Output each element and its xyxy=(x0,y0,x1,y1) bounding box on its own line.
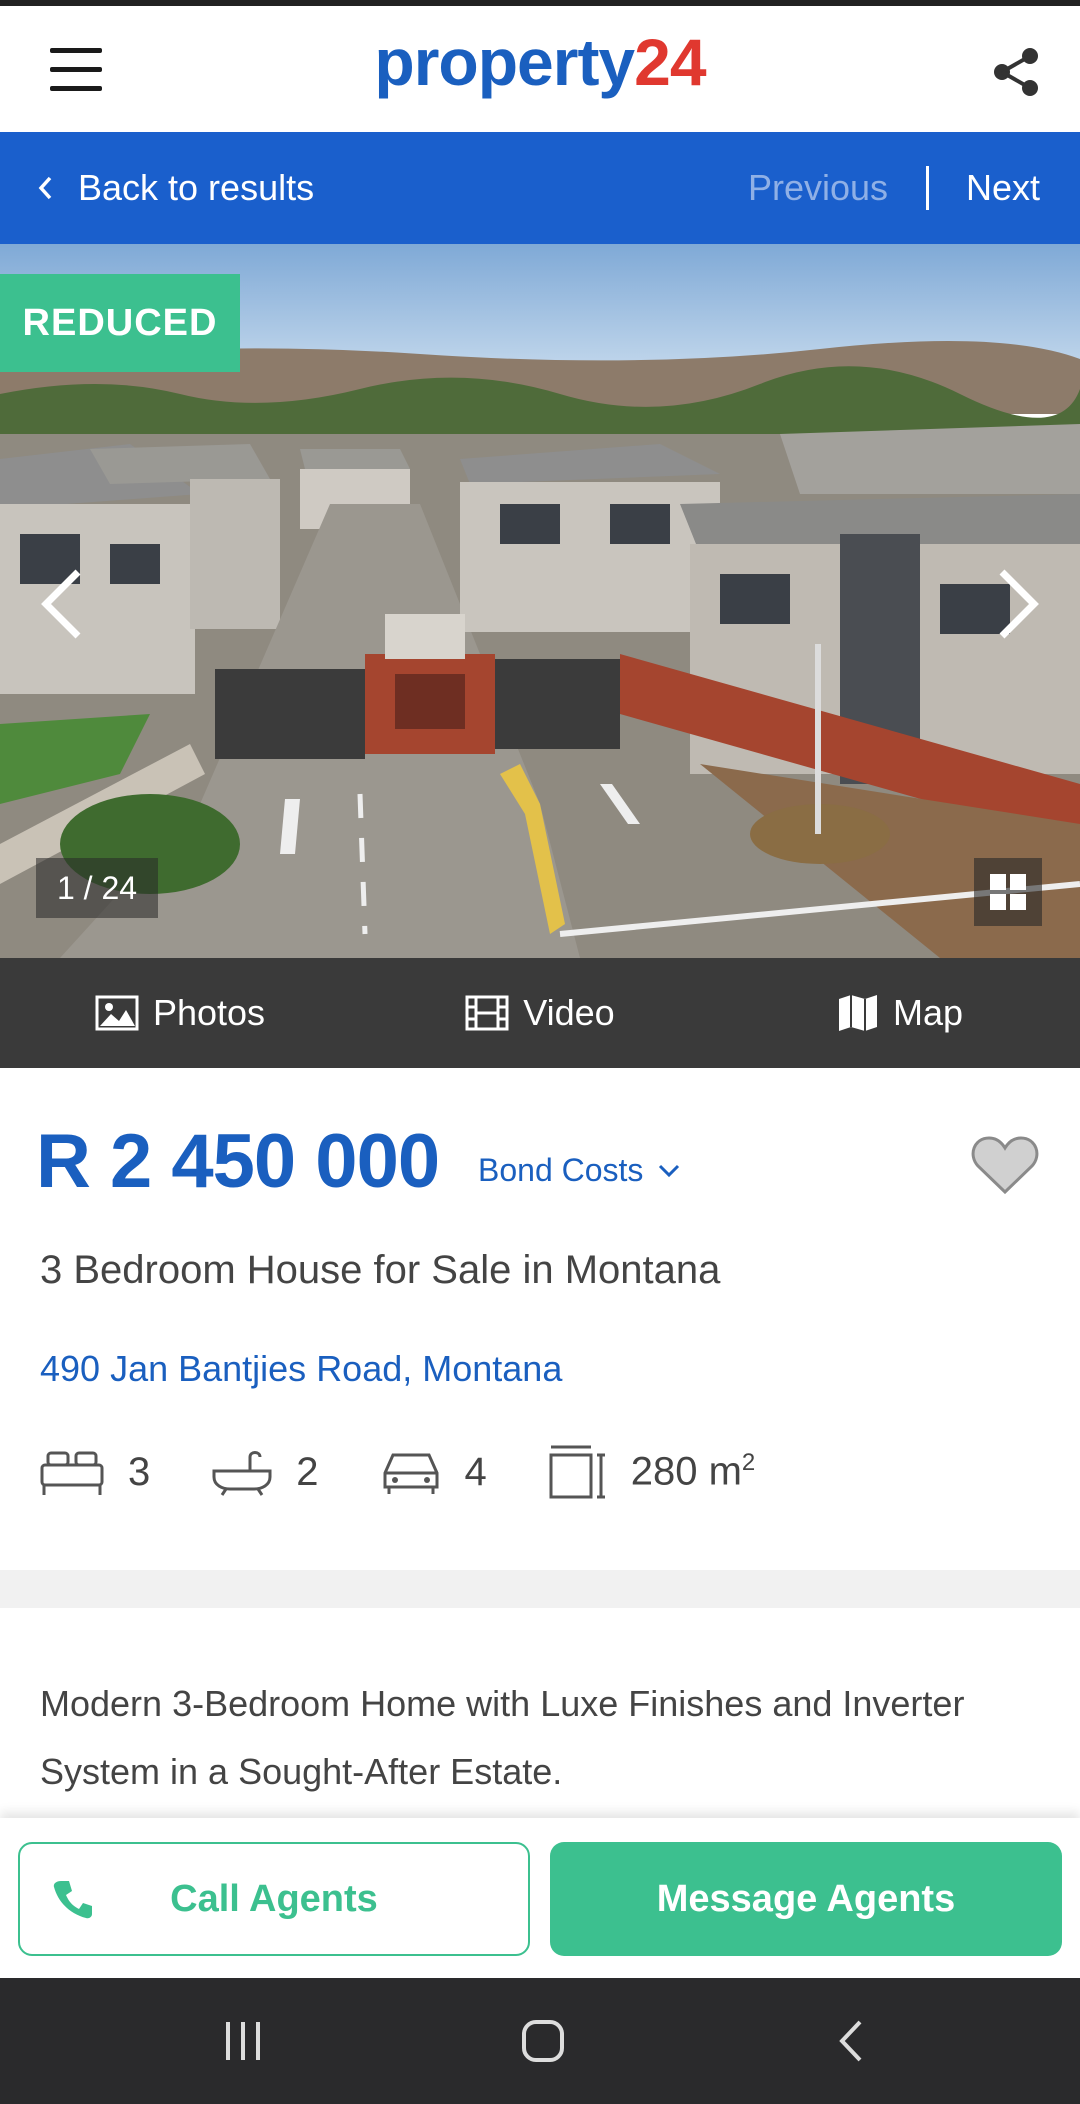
next-link[interactable]: Next xyxy=(966,132,1040,244)
results-navbar: Back to results Previous Next xyxy=(0,132,1080,244)
floor-size-icon xyxy=(549,1445,605,1499)
back-label: Back to results xyxy=(78,167,315,208)
chevron-left-icon xyxy=(38,176,52,200)
floor-size-unit-exponent: 2 xyxy=(741,1449,756,1477)
photo-counter: 1 / 24 xyxy=(36,858,158,918)
map-tab[interactable]: Map xyxy=(720,992,1080,1034)
listing-photo[interactable]: REDUCED 1 / 24 xyxy=(0,244,1080,958)
logo-text-24: 24 xyxy=(634,25,706,99)
video-tab[interactable]: Video xyxy=(360,992,720,1034)
contact-action-bar: Call Agents Message Agents xyxy=(0,1818,1080,1978)
call-agents-button[interactable]: Call Agents xyxy=(18,1842,530,1956)
message-agents-button[interactable]: Message Agents xyxy=(550,1842,1062,1956)
listing-title: 3 Bedroom House for Sale in Montana xyxy=(40,1248,721,1292)
bathrooms-feature: 2 xyxy=(210,1447,319,1497)
parking-feature: 4 xyxy=(379,1447,487,1497)
call-agents-label: Call Agents xyxy=(170,1877,378,1920)
listing-address-link[interactable]: 490 Jan Bantjies Road, Montana xyxy=(40,1348,562,1390)
floor-size-number: 280 m xyxy=(630,1449,742,1494)
previous-link[interactable]: Previous xyxy=(748,132,888,244)
floor-size-feature: 280 m2 xyxy=(547,1443,756,1501)
bedrooms-count: 3 xyxy=(128,1449,151,1494)
app-header: property24 xyxy=(0,6,1080,132)
bedrooms-feature: 3 xyxy=(38,1447,150,1497)
video-label: Video xyxy=(523,992,615,1033)
back-icon[interactable] xyxy=(830,2018,876,2064)
film-icon xyxy=(465,995,509,1031)
phone-icon xyxy=(53,1881,92,1919)
features-row: 3 2 4 280 m2 xyxy=(38,1440,815,1504)
reduced-badge: REDUCED xyxy=(0,274,240,372)
photos-tab[interactable]: Photos xyxy=(0,992,360,1034)
car-icon xyxy=(383,1453,438,1494)
floor-size-value: 280 m2 xyxy=(631,1449,756,1494)
back-to-results-link[interactable]: Back to results xyxy=(36,132,314,244)
chevron-left-icon[interactable] xyxy=(38,564,88,644)
map-icon xyxy=(838,995,877,1031)
media-bar: Photos Video Map xyxy=(0,958,1080,1068)
grid-icon[interactable] xyxy=(974,858,1042,926)
recent-apps-icon[interactable] xyxy=(220,2018,266,2064)
share-icon[interactable] xyxy=(988,44,1044,100)
system-navigation-bar xyxy=(0,1978,1080,2104)
logo-text-property: property xyxy=(374,25,635,99)
bond-costs-dropdown[interactable]: Bond Costs xyxy=(478,1152,681,1189)
section-separator xyxy=(0,1570,1080,1608)
nav-divider xyxy=(926,166,929,210)
chevron-right-icon[interactable] xyxy=(992,564,1042,644)
bathrooms-count: 2 xyxy=(296,1449,319,1494)
bed-icon xyxy=(40,1451,104,1495)
parking-count: 4 xyxy=(464,1449,487,1494)
listing-price: R 2 450 000 xyxy=(36,1119,440,1204)
map-label: Map xyxy=(892,992,964,1033)
photos-label: Photos xyxy=(152,992,266,1033)
home-icon[interactable] xyxy=(520,2018,566,2064)
chevron-down-icon xyxy=(659,1164,680,1177)
logo[interactable]: property24 xyxy=(0,24,1080,100)
bond-costs-label: Bond Costs xyxy=(478,1152,644,1188)
bath-icon xyxy=(212,1451,272,1496)
image-icon xyxy=(95,995,139,1031)
heart-icon[interactable] xyxy=(970,1134,1040,1196)
listing-description: Modern 3-Bedroom Home with Luxe Finishes… xyxy=(40,1683,965,1792)
